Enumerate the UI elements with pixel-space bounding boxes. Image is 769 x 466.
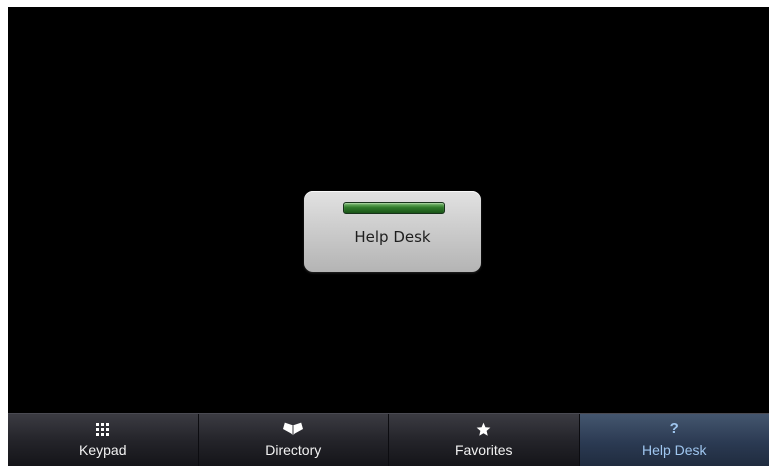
open-book-icon: [283, 421, 304, 437]
bottom-tab-bar: Keypad Directory Favorites ? Help Desk: [8, 413, 769, 466]
main-area: Help Desk: [8, 7, 769, 413]
question-mark-icon: ?: [664, 421, 684, 437]
star-icon: [474, 421, 494, 437]
tab-directory-label: Directory: [265, 442, 322, 458]
tab-favorites-label: Favorites: [454, 442, 513, 458]
tab-keypad[interactable]: Keypad: [8, 414, 199, 466]
tab-directory[interactable]: Directory: [199, 414, 389, 466]
tab-keypad-label: Keypad: [79, 442, 127, 458]
help-desk-indicator-light: [343, 202, 445, 214]
tab-help-desk[interactable]: ? Help Desk: [579, 414, 769, 466]
phone-screen: Help Desk Keypad Directory Favorites ? H…: [8, 7, 769, 466]
keypad-grid-icon: [93, 421, 113, 437]
question-mark-glyph: ?: [669, 420, 679, 437]
tab-favorites[interactable]: Favorites: [389, 414, 580, 466]
help-desk-button[interactable]: Help Desk: [304, 191, 481, 272]
help-desk-button-label: Help Desk: [354, 228, 431, 246]
tab-help-desk-label: Help Desk: [641, 442, 707, 458]
